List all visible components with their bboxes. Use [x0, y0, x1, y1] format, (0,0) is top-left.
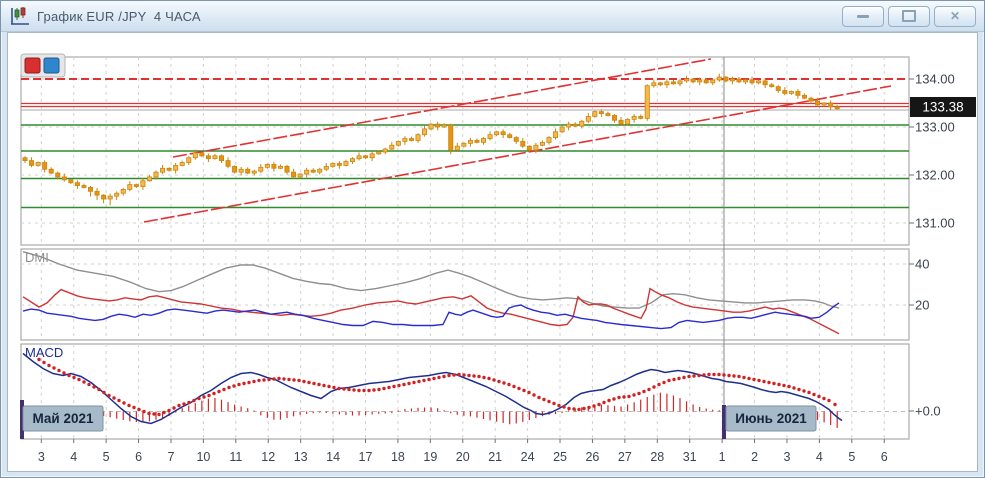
title-bar[interactable]: График EUR /JPY 4 ЧАСА ✕ — [1, 1, 984, 32]
date-label: 20 — [456, 450, 470, 464]
red-square-button[interactable] — [25, 58, 40, 73]
maximize-button[interactable] — [888, 6, 930, 27]
chart-canvas[interactable]: 3456710111213141718192021242526272831123… — [8, 33, 977, 469]
date-label: 6 — [881, 450, 888, 464]
chart-window: График EUR /JPY 4 ЧАСА ✕ 345671011121314… — [0, 0, 985, 478]
macd-panel-label: MACD — [25, 345, 63, 360]
window-title: График EUR /JPY 4 ЧАСА — [37, 9, 201, 24]
date-label: 5 — [103, 450, 110, 464]
price-label: 132.00 — [915, 168, 955, 183]
date-label: 17 — [359, 450, 373, 464]
date-label: 1 — [719, 450, 726, 464]
month-start-marker — [722, 405, 726, 439]
date-label: 28 — [650, 450, 664, 464]
date-label: 5 — [848, 450, 855, 464]
date-label: 13 — [294, 450, 308, 464]
date-label: 3 — [38, 450, 45, 464]
date-label: 3 — [783, 450, 790, 464]
blue-square-button[interactable] — [44, 58, 59, 73]
date-label: 26 — [585, 450, 599, 464]
date-label: 25 — [553, 450, 567, 464]
month-label: Май 2021 — [32, 411, 93, 426]
close-button[interactable]: ✕ — [934, 6, 976, 27]
price-label: 133.00 — [915, 120, 955, 135]
macd-value-label: +0.0 — [915, 404, 941, 419]
date-label: 4 — [816, 450, 823, 464]
date-label: 31 — [683, 450, 697, 464]
date-label: 6 — [135, 450, 142, 464]
dmi-panel[interactable] — [21, 249, 909, 340]
dmi-value-label: 40 — [915, 257, 929, 272]
month-label: Июнь 2021 — [735, 411, 807, 426]
current-price-value: 133.38 — [922, 100, 963, 115]
date-label: 12 — [261, 450, 275, 464]
date-label: 2 — [751, 450, 758, 464]
price-label: 134.00 — [915, 72, 955, 87]
date-label: 27 — [618, 450, 632, 464]
minimize-icon — [857, 15, 869, 18]
minimize-button[interactable] — [842, 6, 884, 27]
date-label: 21 — [488, 450, 502, 464]
date-label: 7 — [168, 450, 175, 464]
date-label: 19 — [423, 450, 437, 464]
close-icon: ✕ — [950, 10, 960, 22]
dmi-panel-label: DMI — [25, 250, 49, 265]
date-label: 24 — [521, 450, 535, 464]
date-label: 14 — [326, 450, 340, 464]
date-label: 10 — [196, 450, 210, 464]
date-label: 18 — [391, 450, 405, 464]
date-label: 11 — [229, 450, 242, 464]
price-label: 131.00 — [915, 216, 955, 231]
dmi-value-label: 20 — [915, 298, 929, 313]
chart-content-area: 3456710111213141718192021242526272831123… — [7, 32, 978, 472]
date-label: 4 — [70, 450, 77, 464]
candlestick-chart-icon — [9, 6, 31, 26]
maximize-icon — [902, 10, 916, 22]
